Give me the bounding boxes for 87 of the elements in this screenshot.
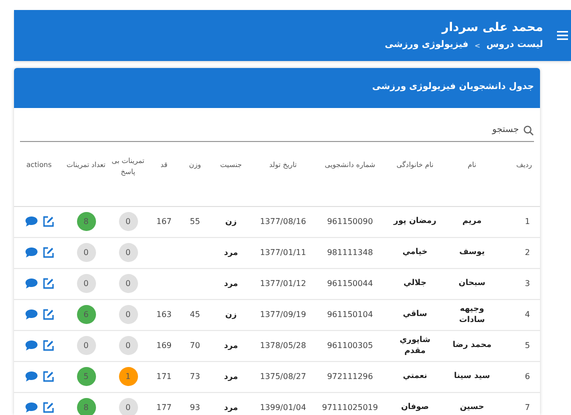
table-cell: 2 [524, 248, 530, 256]
table-cell: 177 [156, 402, 172, 412]
count-badge: 6 [76, 305, 96, 324]
count-badge: 0 [118, 274, 138, 293]
table-cell: 169 [156, 340, 172, 350]
table-cell: مرد [224, 278, 238, 288]
table-cell: 981111348 [327, 248, 373, 256]
edit-icon[interactable] [42, 340, 54, 351]
table-cell: 961150104 [327, 310, 373, 318]
chat-bubble-icon[interactable] [24, 278, 38, 289]
count-badge: 0 [76, 243, 96, 262]
table-cell: 7 [524, 402, 530, 412]
app-title: محمد علی سردار [440, 19, 543, 36]
chat-bubble-icon[interactable] [24, 371, 38, 382]
chat-bubble-icon[interactable] [24, 216, 38, 227]
chat-bubble-icon[interactable] [24, 309, 38, 320]
edit-icon[interactable] [42, 247, 54, 258]
table-cell: سبحان [458, 278, 486, 288]
edit-icon[interactable] [42, 309, 54, 320]
count-badge: 0 [76, 274, 96, 293]
table-cell: یوسف [459, 247, 485, 256]
search-field[interactable]: جستجو [20, 124, 519, 138]
table-cell: سید سینا [454, 371, 490, 380]
table-cell: 5 [524, 340, 530, 350]
table-cell: 6 [524, 372, 530, 380]
table-cell: مرد [224, 402, 238, 412]
table-cell: 961150090 [327, 216, 373, 226]
count-badge: 0 [118, 398, 138, 415]
search-icon [523, 125, 534, 136]
table-cell: 1378/05/28 [260, 340, 306, 350]
table-cell: وجیهه سادات [459, 304, 485, 324]
count-badge: 0 [118, 305, 138, 324]
count-badge: 0 [118, 336, 138, 355]
chat-bubble-icon[interactable] [24, 402, 38, 413]
table-cell: 97111025019 [322, 402, 378, 412]
table-cell: 961100305 [327, 340, 373, 350]
table-cell: خيامي [402, 247, 428, 256]
table-cell: مریم [462, 216, 482, 226]
table-cell: 1377/01/11 [260, 248, 306, 256]
table-cell: 45 [190, 310, 200, 318]
count-badge: 8 [76, 398, 96, 415]
card-title: جدول دانشجویان فیزیولوژی ورزشی [372, 81, 534, 94]
table-cell: 3 [524, 278, 530, 288]
count-badge: 0 [76, 336, 96, 355]
edit-icon[interactable] [42, 216, 54, 227]
table-cell: مرد [224, 340, 238, 350]
table-cell: 167 [156, 216, 172, 226]
menu-icon[interactable] [555, 28, 569, 42]
count-badge: 0 [118, 243, 138, 262]
table-cell: شاپوري مقدم [400, 335, 430, 354]
table-cell: زن [225, 216, 237, 226]
edit-icon[interactable] [42, 371, 54, 382]
table-cell: 1377/09/19 [260, 310, 306, 318]
table-cell: رمضان پور [394, 216, 436, 226]
breadcrumb-link[interactable]: فیزیولوژی ورزشی [384, 39, 468, 53]
table-cell: صوفان [401, 402, 429, 412]
table-cell: زن [225, 310, 237, 318]
count-badge: 8 [76, 212, 96, 231]
edit-icon[interactable] [42, 278, 54, 289]
table-cell: محمد رضا [452, 340, 492, 350]
table-cell: جلالي [404, 278, 426, 288]
table-cell: مرد [224, 372, 238, 380]
table-cell: مرد [224, 248, 238, 256]
table-cell: 4 [524, 310, 530, 318]
table-cell: 1 [524, 216, 530, 226]
table-cell: حسین [460, 402, 484, 412]
table-cell: ساقي [402, 309, 428, 318]
table-cell: 961150044 [327, 278, 373, 288]
chat-bubble-icon[interactable] [24, 247, 38, 258]
count-badge: 1 [118, 367, 138, 386]
table-cell: 73 [190, 372, 200, 380]
table-cell: 55 [190, 216, 200, 226]
count-badge: 5 [76, 367, 96, 386]
chat-bubble-icon[interactable] [24, 340, 38, 351]
table-cell: 70 [190, 340, 200, 350]
edit-icon[interactable] [42, 402, 54, 413]
table-cell: 163 [156, 310, 172, 318]
table-cell: 1377/01/12 [260, 278, 306, 288]
table-cell: 93 [190, 402, 200, 412]
table-cell: 171 [156, 372, 172, 380]
table-cell: نعمتي [402, 371, 428, 380]
table-cell: 1375/08/27 [260, 372, 306, 380]
table-cell: 972111296 [327, 372, 373, 380]
count-badge: 0 [118, 212, 138, 231]
table-cell: 1377/08/16 [260, 216, 306, 226]
breadcrumb-link[interactable]: لیست دروس [486, 39, 543, 53]
table-cell: 1399/01/04 [260, 402, 306, 412]
